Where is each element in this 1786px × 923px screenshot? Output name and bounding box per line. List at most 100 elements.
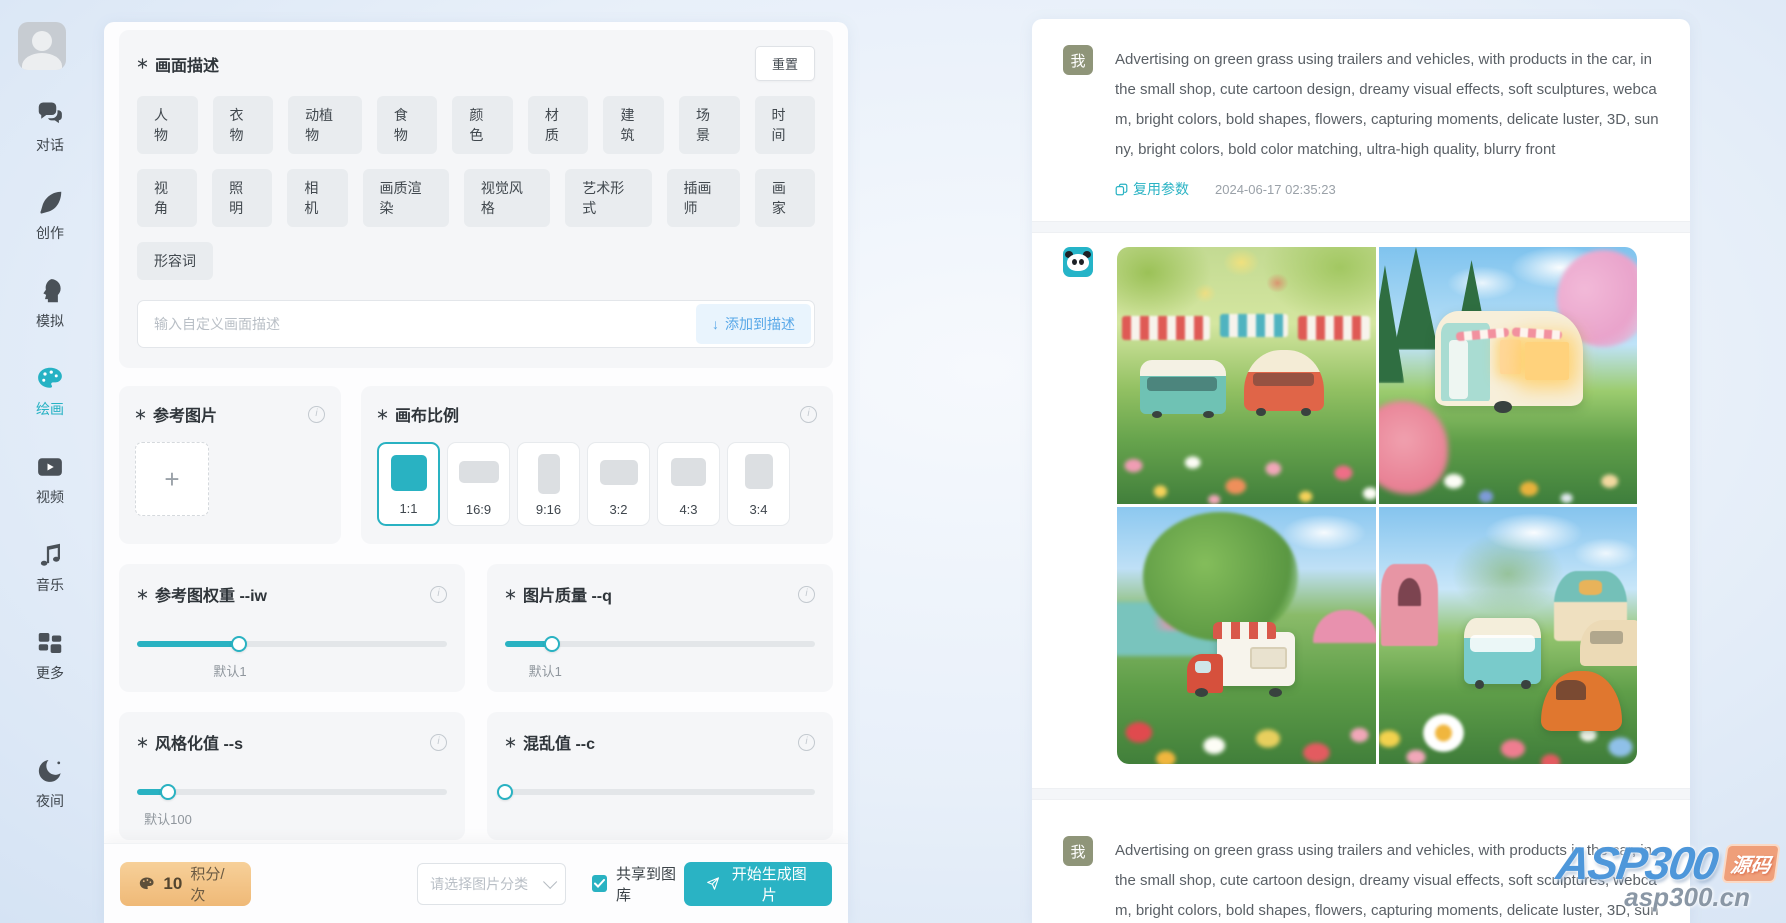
user-profile-avatar[interactable] (18, 22, 66, 70)
slider-default-label: 默认1 (213, 664, 247, 679)
image-weight-slider[interactable] (137, 636, 447, 652)
info-icon[interactable]: i (798, 733, 815, 751)
image-quality-slider[interactable] (505, 636, 815, 652)
slider-handle[interactable] (543, 636, 560, 652)
tag-chip[interactable]: 食物 (376, 96, 438, 154)
orange-car-shape (1541, 671, 1622, 731)
tag-chip[interactable]: 材质 (527, 96, 589, 154)
flower-meadow (1117, 684, 1376, 764)
sidebar-item-create[interactable]: 创作 (0, 188, 100, 243)
share-to-gallery-option[interactable]: 共享到图库 (591, 863, 684, 905)
generated-image-quadrant-2[interactable] (1378, 247, 1637, 504)
tag-chip-row: 形容词 (137, 242, 815, 280)
tag-chip[interactable]: 画质渲染 (362, 169, 449, 227)
image-weight-section: 参考图权重 --iw i 默认1 (119, 564, 465, 692)
sidebar-item-label: 绘画 (36, 401, 64, 417)
generated-image-quadrant-3[interactable] (1117, 507, 1376, 764)
tag-chip[interactable]: 视角 (137, 169, 198, 227)
generated-image-quadrant-4[interactable] (1378, 507, 1637, 764)
flower-meadow (1117, 408, 1376, 504)
sidebar-item-label: 对话 (36, 137, 64, 153)
asterisk-icon (505, 736, 516, 748)
prompt-text: Advertising on green grass using trailer… (1115, 51, 1659, 158)
canvas-ratio-section: 画布比例 i 1:1 16:9 9:16 3:2 4:3 3:4 (361, 386, 833, 544)
tag-chip[interactable]: 视觉风格 (463, 169, 551, 227)
slider-handle[interactable] (160, 784, 176, 800)
cream-camper-shape (1580, 620, 1637, 667)
assistant-message (1032, 233, 1690, 788)
tag-chip[interactable]: 建筑 (603, 96, 664, 154)
custom-description-input[interactable] (152, 315, 696, 333)
slider-handle[interactable] (497, 784, 513, 800)
settings-scroll-area[interactable]: 画面描述 重置 人物 衣物 动植物 食物 颜色 材质 建筑 场景 时间 视角 照… (104, 22, 848, 843)
palette-icon (139, 876, 154, 889)
info-icon[interactable]: i (800, 405, 817, 423)
describe-section: 画面描述 重置 人物 衣物 动植物 食物 颜色 材质 建筑 场景 时间 视角 照… (119, 30, 833, 368)
ratio-option-1-1[interactable]: 1:1 (377, 442, 440, 526)
sidebar-item-label: 模拟 (36, 313, 64, 329)
tag-chip[interactable]: 形容词 (137, 242, 213, 280)
chat-history-panel[interactable]: 我 Advertising on green grass using trail… (1032, 19, 1690, 923)
reuse-parameters-link[interactable]: 复用参数 (1115, 179, 1189, 199)
tag-chip[interactable]: 动植物 (288, 96, 362, 154)
upload-reference-image-button[interactable]: + (135, 442, 209, 516)
asterisk-icon (137, 588, 148, 600)
tag-chip[interactable]: 相机 (287, 169, 348, 227)
chevron-down-icon (542, 874, 557, 889)
fruit-tree-shape (1142, 512, 1298, 641)
generate-image-button[interactable]: 开始生成图片 (683, 861, 833, 906)
plus-icon: + (164, 463, 180, 494)
awning-shape (1122, 316, 1211, 340)
user-avatar: 我 (1063, 45, 1093, 75)
tag-chip[interactable]: 时间 (754, 96, 816, 154)
ratio-option-3-2[interactable]: 3:2 (587, 442, 650, 526)
tag-chip[interactable]: 颜色 (452, 96, 513, 154)
ratio-option-9-16[interactable]: 9:16 (517, 442, 580, 526)
tag-chip[interactable]: 插画师 (666, 169, 740, 227)
sidebar-item-chat[interactable]: 对话 (0, 100, 100, 155)
image-category-select[interactable]: 请选择图片分类 (417, 862, 566, 905)
sidebar-item-night-mode[interactable]: 夜间 (0, 756, 100, 811)
tag-chip[interactable]: 画家 (754, 169, 815, 227)
info-icon[interactable]: i (430, 733, 447, 751)
reset-button[interactable]: 重置 (754, 46, 815, 81)
send-icon (706, 877, 719, 890)
ratio-option-16-9[interactable]: 16:9 (447, 442, 510, 526)
stylize-slider[interactable] (137, 784, 447, 800)
down-arrow-icon: ↓ (712, 316, 719, 332)
info-icon[interactable]: i (430, 585, 447, 603)
sidebar-item-simulate[interactable]: 模拟 (0, 276, 100, 331)
ratio-option-4-3[interactable]: 4:3 (657, 442, 720, 526)
share-checkbox[interactable] (591, 875, 607, 892)
tag-chip[interactable]: 艺术形式 (565, 169, 652, 227)
user-message: 我 Advertising on green grass using trail… (1032, 19, 1690, 221)
generated-image-quadrant-1[interactable] (1117, 247, 1376, 504)
sidebar-item-video[interactable]: 视频 (0, 452, 100, 507)
pink-house-shape (1381, 563, 1438, 646)
tag-chip[interactable]: 人物 (137, 96, 198, 154)
add-to-description-button[interactable]: ↓ 添加到描述 (696, 304, 811, 344)
bot-panda-avatar (1063, 247, 1093, 277)
tulip-shape (1378, 401, 1449, 494)
tag-chip[interactable]: 场景 (678, 96, 740, 154)
asterisk-icon (135, 408, 146, 420)
tag-chip[interactable]: 衣物 (212, 96, 274, 154)
category-placeholder: 请选择图片分类 (430, 875, 529, 892)
generated-image-grid[interactable] (1117, 247, 1637, 764)
umbrella-shape (1313, 609, 1376, 644)
asterisk-icon (137, 736, 148, 748)
sidebar-item-draw[interactable]: 绘画 (0, 364, 100, 419)
pine-tree-shape (1394, 247, 1438, 350)
tag-chip[interactable]: 照明 (212, 169, 273, 227)
credits-value: 10 (163, 873, 183, 893)
chaos-slider[interactable] (497, 784, 815, 800)
info-icon[interactable]: i (798, 585, 815, 603)
stylize-section: 风格化值 --s i 默认100 (119, 712, 465, 840)
chat-bubbles-icon (38, 102, 62, 124)
info-icon[interactable]: i (308, 405, 325, 423)
sidebar-item-music[interactable]: 音乐 (0, 540, 100, 595)
slider-handle[interactable] (231, 636, 248, 652)
tag-chip-row: 视角 照明 相机 画质渲染 视觉风格 艺术形式 插画师 画家 (137, 169, 815, 227)
sidebar-item-more[interactable]: 更多 (0, 628, 100, 683)
ratio-option-3-4[interactable]: 3:4 (727, 442, 790, 526)
